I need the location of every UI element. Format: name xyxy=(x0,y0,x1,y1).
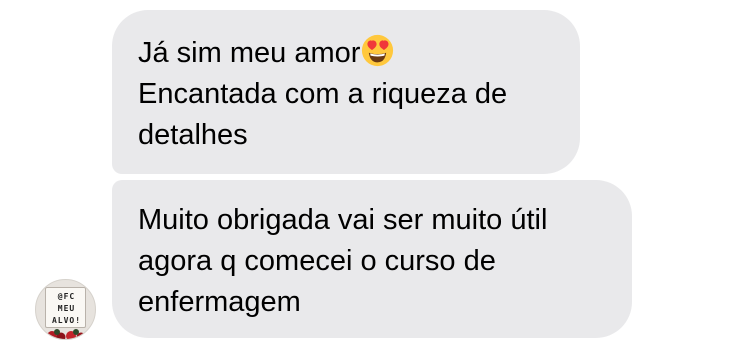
message-line: agora q comecei o curso de xyxy=(138,245,496,277)
avatar-sign-line: ALVO! xyxy=(51,316,82,325)
avatar-sign-line: MEU xyxy=(57,304,76,313)
sender-avatar[interactable]: @FC MEU ALVO! xyxy=(35,279,96,340)
message-bubble[interactable]: Já sim meu amor Encantada com a riqueza … xyxy=(112,10,580,174)
message-line: enfermagem xyxy=(138,286,301,318)
heart-eyes-emoji-icon xyxy=(362,34,394,67)
message-line: detalhes xyxy=(138,119,248,151)
message-bubble[interactable]: Muito obrigada vai ser muito útil agora … xyxy=(112,180,632,338)
message-line: Encantada com a riqueza de xyxy=(138,78,508,110)
roses-icon xyxy=(47,329,86,339)
message-line: Muito obrigada vai ser muito útil xyxy=(138,204,548,236)
message-line: Já sim meu amor xyxy=(138,33,560,74)
avatar-sign-line: @FC xyxy=(57,292,76,301)
